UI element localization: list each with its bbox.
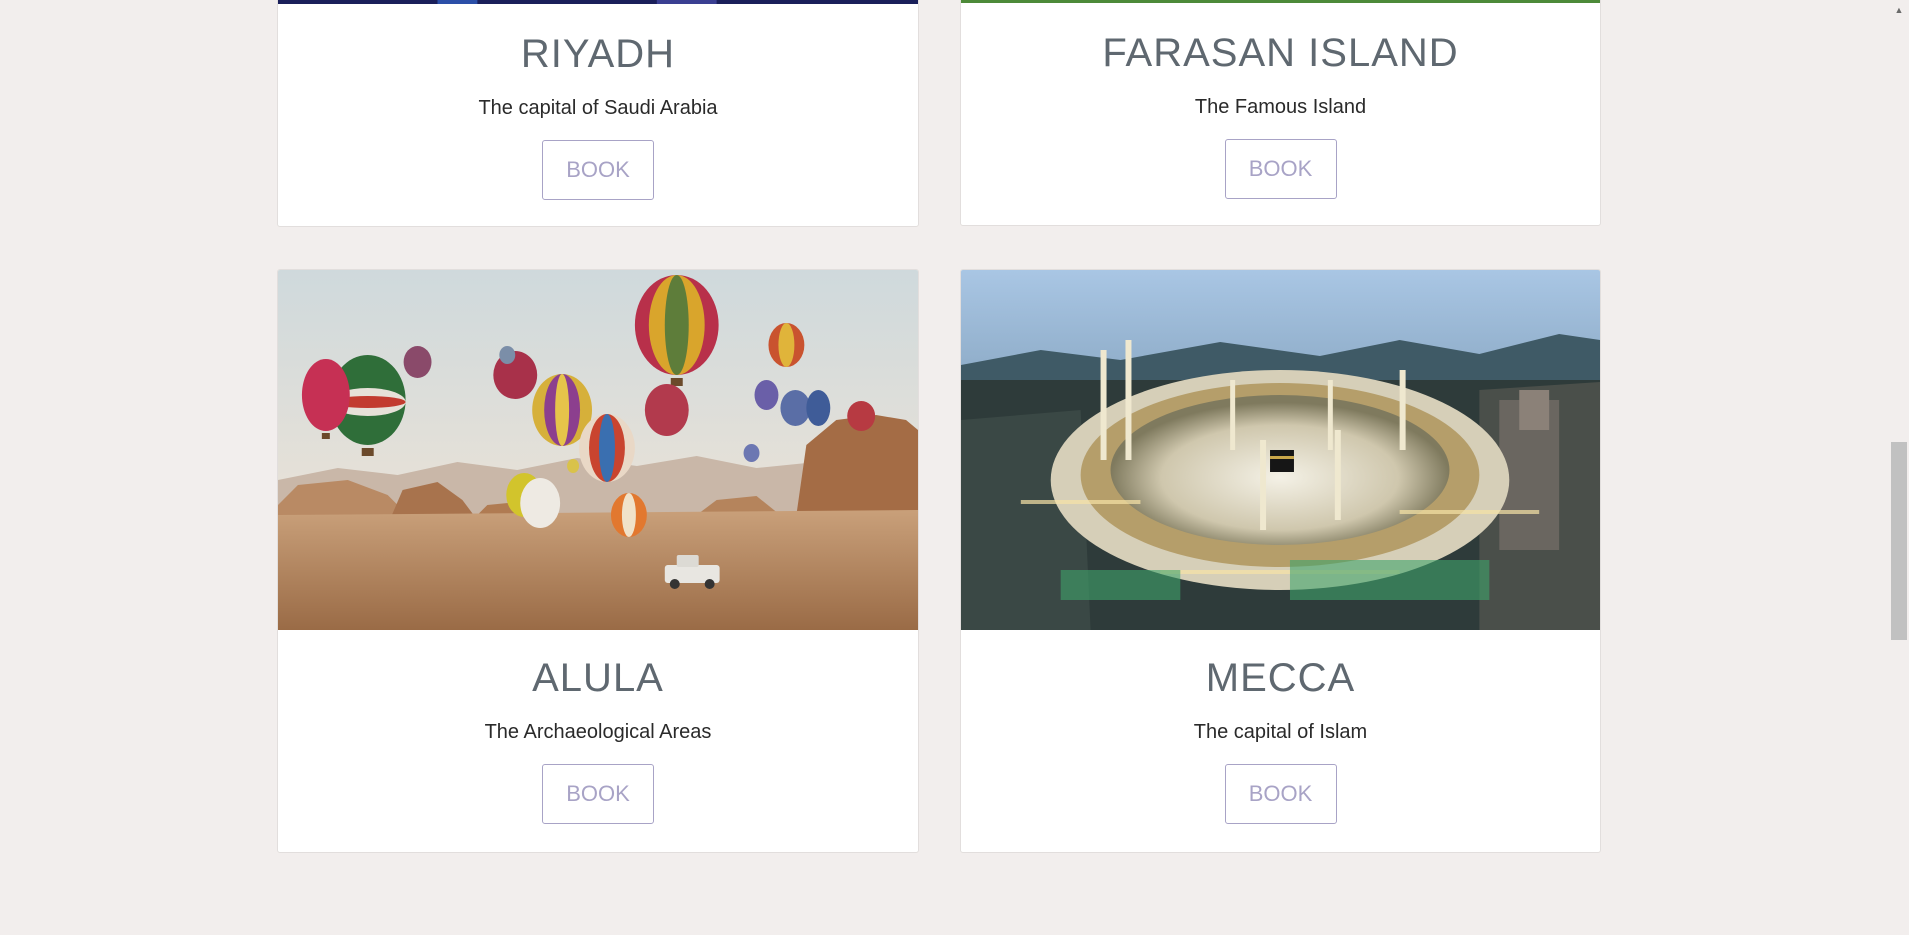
card-subtitle: The capital of Islam (1193, 721, 1368, 743)
mecca-grand-mosque-image (961, 270, 1600, 630)
page: RIYADH The capital of Saudi Arabia BOOK … (0, 0, 1909, 935)
alula-balloons-image (278, 270, 918, 630)
card-title: FARASAN ISLAND (1102, 31, 1459, 75)
book-button-mecca[interactable]: BOOK (1224, 764, 1337, 824)
card-subtitle: The capital of Saudi Arabia (478, 97, 718, 119)
scroll-up-arrow-icon[interactable]: ▲ (1893, 4, 1905, 16)
card-subtitle: The Famous Island (1194, 96, 1367, 118)
card-title: MECCA (1205, 656, 1356, 700)
destination-card-riyadh: RIYADH The capital of Saudi Arabia BOOK (277, 0, 919, 227)
card-title: ALULA (532, 656, 664, 700)
card-image-farasan-island (961, 0, 1600, 3)
destination-card-farasan-island: FARASAN ISLAND The Famous Island BOOK (960, 0, 1601, 226)
book-button-riyadh[interactable]: BOOK (542, 140, 654, 200)
scrollbar-thumb[interactable] (1891, 442, 1907, 640)
book-button-alula[interactable]: BOOK (542, 764, 654, 824)
card-title: RIYADH (520, 32, 676, 76)
next-section-heading-partial (730, 922, 1150, 935)
card-subtitle: The Archaeological Areas (484, 721, 712, 743)
card-image-riyadh (278, 0, 918, 4)
vertical-scrollbar[interactable]: ▲ (1889, 0, 1909, 935)
destination-card-mecca: MECCA The capital of Islam BOOK (960, 269, 1601, 853)
book-button-farasan-island[interactable]: BOOK (1224, 139, 1337, 199)
destination-card-alula: ALULA The Archaeological Areas BOOK (277, 269, 919, 853)
